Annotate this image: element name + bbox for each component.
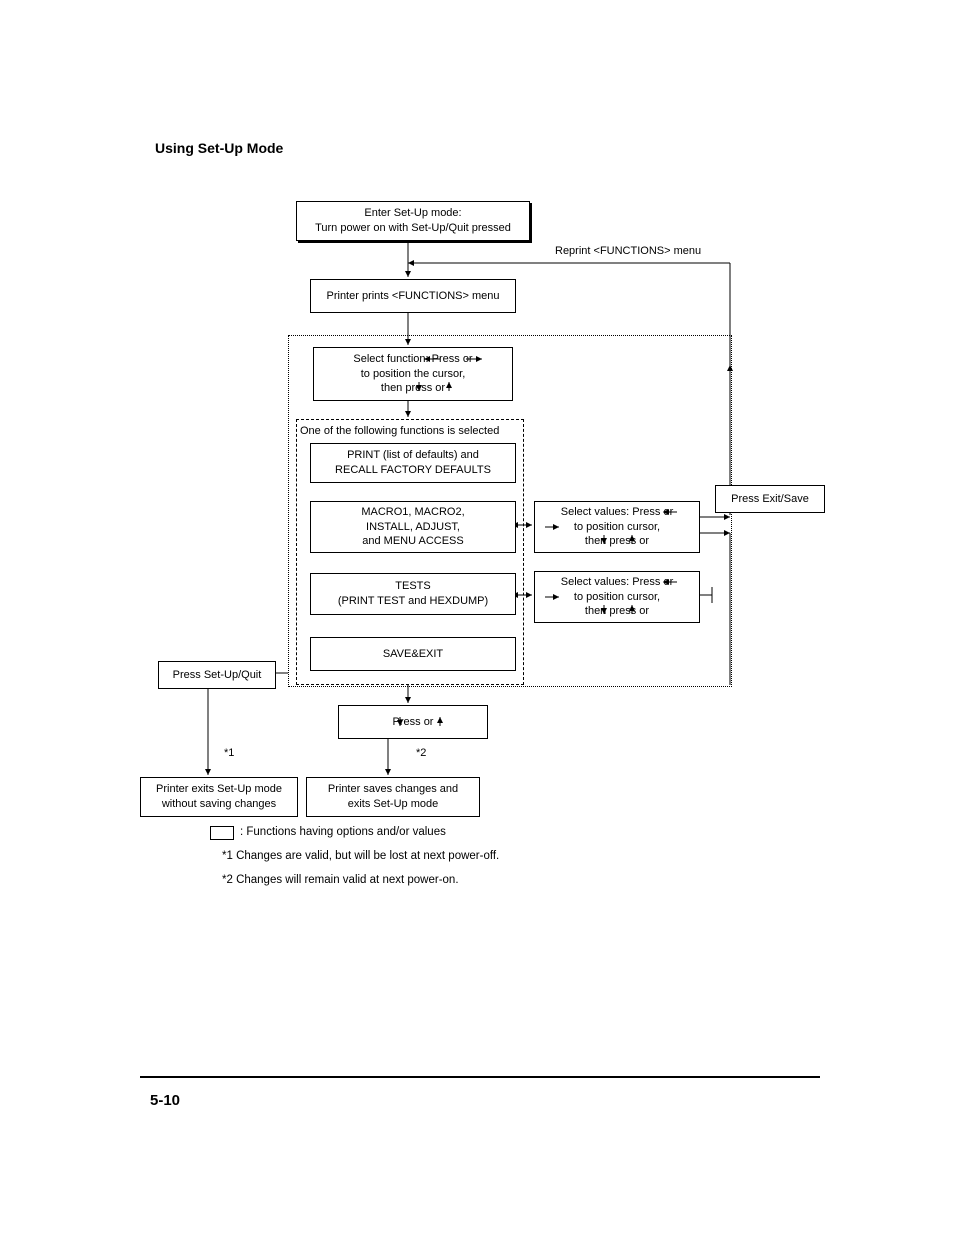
- save-exit-box: SAVE&EXIT: [310, 637, 516, 671]
- select-line3: then press or: [381, 382, 445, 394]
- up-arrow-icon: [627, 604, 637, 616]
- select-line1: Select function: Press or: [353, 353, 472, 365]
- reprint-label: Reprint <FUNCTIONS> menu: [555, 245, 701, 257]
- ex2b: exits Set-Up mode: [348, 797, 438, 812]
- section-title: Using Set-Up Mode: [155, 140, 283, 156]
- t1: TESTS: [395, 579, 430, 594]
- star2-label: *2: [416, 747, 426, 759]
- legend-note-1: *1 Changes are valid, but will be lost a…: [222, 850, 499, 862]
- tests-box: TESTS (PRINT TEST and HEXDUMP): [310, 573, 516, 615]
- sv1c: then press or: [585, 535, 649, 547]
- select-values-2-box: Select values: Press or to position curs…: [534, 571, 700, 623]
- left-arrow-icon: [422, 354, 442, 364]
- ex2a: Printer saves changes and: [328, 782, 458, 797]
- right-arrow-icon: [543, 522, 561, 532]
- m1: MACRO1, MACRO2,: [361, 505, 464, 520]
- prints-functions-box: Printer prints <FUNCTIONS> menu: [310, 279, 516, 313]
- exit-save-box: Press Exit/Save: [715, 485, 825, 513]
- sv1a: Select values: Press or: [561, 506, 674, 518]
- enter-line1: Enter Set-Up mode:: [364, 206, 461, 221]
- legend-note-2: *2 Changes will remain valid at next pow…: [222, 874, 459, 886]
- select-values-1-box: Select values: Press or to position curs…: [534, 501, 700, 553]
- psq: Press Set-Up/Quit: [173, 668, 262, 683]
- sv2b: to position cursor,: [574, 591, 660, 603]
- left-arrow-icon: [661, 507, 679, 517]
- enter-setup-box: Enter Set-Up mode: Turn power on with Se…: [296, 201, 530, 241]
- star1-label: *1: [224, 747, 234, 759]
- ex1a: Printer exits Set-Up mode: [156, 782, 282, 797]
- macro-box: MACRO1, MACRO2, INSTALL, ADJUST, and MEN…: [310, 501, 516, 553]
- exit-save-text: Press Exit/Save: [731, 492, 809, 507]
- footer-rule: [140, 1076, 820, 1078]
- legend-functions: : Functions having options and/or values: [240, 826, 446, 838]
- up-arrow-icon: [435, 716, 445, 728]
- sv2a: Select values: Press or: [561, 576, 674, 588]
- print-defaults-box: PRINT (list of defaults) and RECALL FACT…: [310, 443, 516, 483]
- press-setup-quit-box: Press Set-Up/Quit: [158, 661, 276, 689]
- sv1b: to position cursor,: [574, 521, 660, 533]
- up-arrow-icon: [444, 381, 454, 393]
- exit-no-save-box: Printer exits Set-Up mode without saving…: [140, 777, 298, 817]
- down-arrow-icon: [414, 381, 424, 393]
- one-of-label: One of the following functions is select…: [300, 425, 499, 437]
- save-and-exit-box: Printer saves changes and exits Set-Up m…: [306, 777, 480, 817]
- down-arrow-icon: [599, 604, 609, 616]
- sv2c: then press or: [585, 605, 649, 617]
- prints-text: Printer prints <FUNCTIONS> menu: [327, 289, 500, 304]
- se: SAVE&EXIT: [383, 647, 443, 662]
- pd2: RECALL FACTORY DEFAULTS: [335, 463, 491, 478]
- legend-swatch: [210, 826, 234, 840]
- left-arrow-icon: [661, 577, 679, 587]
- right-arrow-icon: [464, 354, 484, 364]
- enter-line2: Turn power on with Set-Up/Quit pressed: [315, 221, 511, 236]
- ex1b: without saving changes: [162, 797, 276, 812]
- up-arrow-icon: [627, 534, 637, 546]
- flowchart: Enter Set-Up mode: Turn power on with Se…: [140, 195, 840, 895]
- t2: (PRINT TEST and HEXDUMP): [338, 594, 488, 609]
- press-arrow-box: Press or: [338, 705, 488, 739]
- pd1: PRINT (list of defaults) and: [347, 448, 479, 463]
- page: Using Set-Up Mode: [0, 0, 954, 1235]
- m2: INSTALL, ADJUST,: [366, 520, 460, 535]
- right-arrow-icon: [543, 592, 561, 602]
- select-line2: to position the cursor,: [361, 367, 466, 382]
- down-arrow-icon: [599, 534, 609, 546]
- m3: and MENU ACCESS: [362, 534, 463, 549]
- down-arrow-icon: [395, 716, 405, 728]
- select-function-box: Select function: Press or to position th…: [313, 347, 513, 401]
- page-number: 5-10: [150, 1092, 180, 1109]
